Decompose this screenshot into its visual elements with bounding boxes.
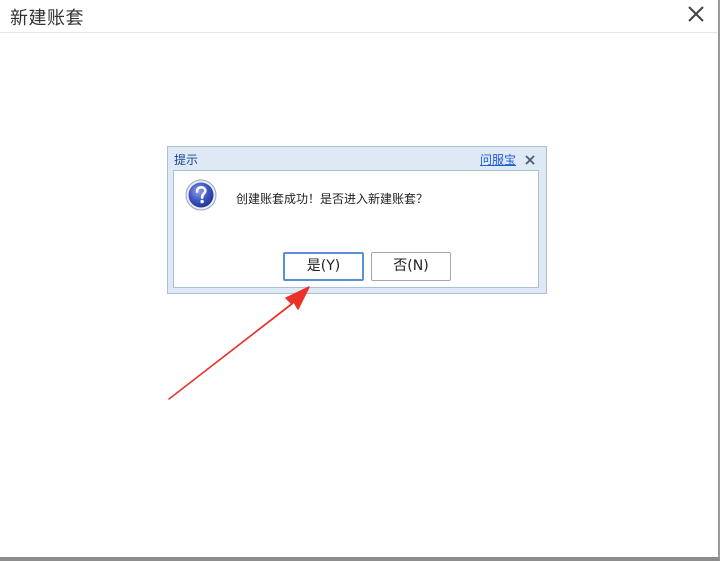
- dialog-title: 提示: [174, 153, 199, 167]
- close-icon: [525, 155, 535, 165]
- dialog-body: 创建账套成功！是否进入新建账套？ 是(Y) 否(N): [173, 170, 539, 288]
- window-close-button[interactable]: [684, 2, 708, 26]
- dialog-message: 创建账套成功！是否进入新建账套？: [236, 192, 429, 206]
- window-title: 新建账套: [10, 8, 84, 29]
- dialog-close-button[interactable]: [524, 151, 536, 165]
- question-icon: [185, 179, 217, 211]
- yes-button[interactable]: 是(Y): [283, 252, 364, 281]
- help-link[interactable]: 问服宝: [480, 151, 516, 168]
- close-icon: [688, 6, 704, 22]
- window-titlebar: 新建账套: [0, 0, 718, 33]
- dialog-header: 提示 问服宝: [168, 147, 546, 169]
- new-account-set-window: 新建账套 提示 问服宝 创建账套成功！是否进入新建账套？ 是(Y) 否(N): [0, 0, 720, 561]
- confirm-dialog: 提示 问服宝 创建账套成功！是否进入新建账套？ 是(Y) 否(N): [167, 146, 547, 294]
- no-button[interactable]: 否(N): [371, 252, 451, 281]
